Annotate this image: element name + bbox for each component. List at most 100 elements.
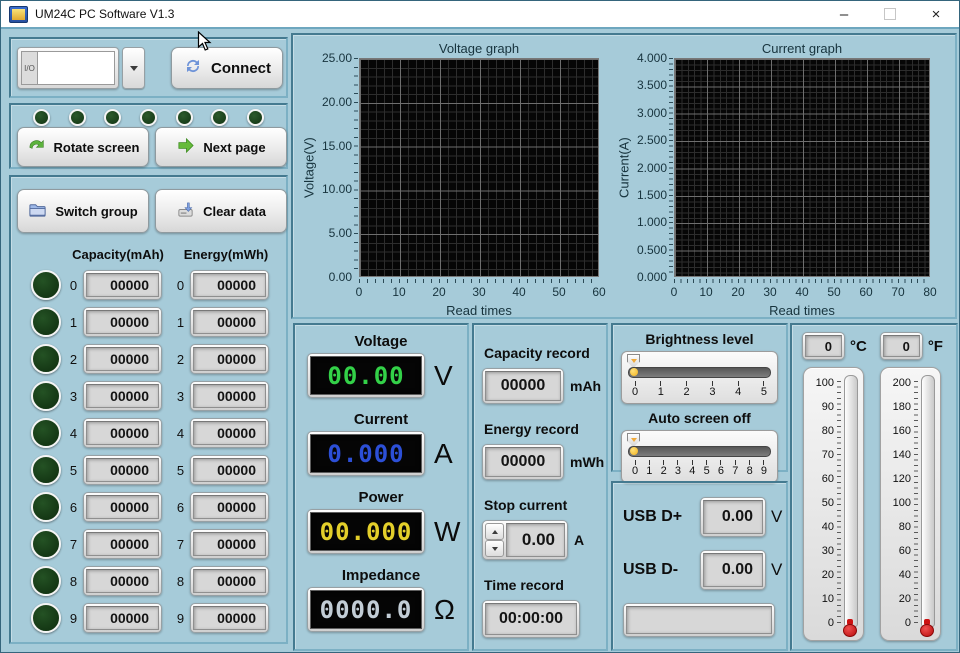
- ytick-label: 2.000: [637, 161, 667, 175]
- group-row: 600000600000: [31, 492, 286, 522]
- xtick-label: 0: [659, 285, 689, 299]
- celsius-scale-labels: 1009080706050403020100: [806, 377, 834, 629]
- energy-field: 00000: [190, 270, 269, 300]
- spin-down-button[interactable]: [485, 540, 504, 557]
- energy-field-value: 00000: [193, 458, 266, 482]
- energy-field: 00000: [190, 603, 269, 633]
- brightness-level-slider-thumb[interactable]: [627, 354, 640, 368]
- impedance-unit: Ω: [434, 594, 455, 626]
- status-dot: [69, 109, 86, 126]
- scale-label: 40: [822, 521, 834, 533]
- switch-group-label: Switch group: [55, 204, 137, 219]
- tick-label: 1: [655, 386, 667, 398]
- group-row: 900000900000: [31, 603, 286, 633]
- ytick-label: 5.00: [329, 226, 352, 240]
- brightness-level-slider-track[interactable]: [628, 367, 771, 378]
- voltage-graph-x-minor-ticks: [359, 279, 599, 283]
- energy-record-value: 00000: [485, 447, 561, 477]
- triangle-down-icon: [492, 547, 498, 551]
- usb-dminus-row: USB D- 0.00 V: [623, 550, 786, 590]
- usb-dminus-value: 0.00: [703, 553, 763, 587]
- brightness-level-slider-fill-dot: [630, 368, 638, 376]
- power-display-row: 00.000W: [295, 509, 467, 554]
- energy-row-index: 6: [173, 500, 188, 515]
- group-led: [31, 418, 61, 448]
- auto-screen-off-label: Auto screen off: [613, 410, 786, 426]
- fahrenheit-unit-label: °F: [928, 338, 943, 355]
- auto-screen-off-slider-thumb[interactable]: [627, 433, 640, 447]
- stop-current-row: 0.00 A: [482, 520, 606, 560]
- minimize-button[interactable]: –: [821, 1, 867, 27]
- group-row: 200000200000: [31, 344, 286, 374]
- group-rows: 0000000000001000001000002000002000003000…: [11, 270, 286, 640]
- current-label: Current: [295, 411, 467, 431]
- scale-label: 80: [822, 425, 834, 437]
- brightness-level-tick-labels: 012345: [628, 386, 771, 398]
- group-led: [31, 455, 61, 485]
- xtick-label: 40: [504, 285, 534, 299]
- rotate-screen-button[interactable]: Rotate screen: [17, 127, 149, 167]
- usb-dplus-field: 0.00: [700, 497, 766, 537]
- clear-data-label: Clear data: [203, 204, 266, 219]
- capacity-field: 00000: [83, 529, 162, 559]
- clear-data-button[interactable]: Clear data: [155, 189, 287, 233]
- triangle-up-icon: [492, 530, 498, 534]
- tick-label: 3: [672, 465, 684, 477]
- com-port-dropdown-button[interactable]: [122, 47, 145, 89]
- window-title: UM24C PC Software V1.3: [35, 7, 174, 21]
- voltage-graph-xlabel: Read times: [359, 303, 599, 318]
- tick-label: 4: [686, 465, 698, 477]
- current-graph-xlabel: Read times: [674, 303, 930, 318]
- current-unit: A: [434, 438, 453, 470]
- capacity-column-header: Capacity(mAh): [63, 247, 173, 262]
- connect-button[interactable]: Connect: [171, 47, 283, 89]
- capacity-row-index: 4: [66, 426, 81, 441]
- capacity-record-value: 00000: [485, 371, 561, 401]
- capacity-row-index: 6: [66, 500, 81, 515]
- scale-label: 60: [899, 545, 911, 557]
- capacity-record-label: Capacity record: [482, 345, 606, 363]
- close-button[interactable]: ×: [913, 1, 959, 27]
- fahrenheit-scale-ticks: [914, 381, 918, 624]
- arrow-right-icon: [176, 136, 195, 158]
- impedance-display-value: 0000.0: [310, 590, 422, 629]
- voltage-unit: V: [434, 360, 453, 392]
- xtick-label: 50: [544, 285, 574, 299]
- energy-field-value: 00000: [193, 421, 266, 445]
- ytick-label: 3.000: [637, 106, 667, 120]
- next-page-button[interactable]: Next page: [155, 127, 287, 167]
- group-row: 300000300000: [31, 381, 286, 411]
- scale-label: 10: [822, 593, 834, 605]
- usb-dminus-field: 0.00: [700, 550, 766, 590]
- switch-group-button[interactable]: Switch group: [17, 189, 149, 233]
- capacity-record-field: 00000: [482, 368, 564, 404]
- group-led: [31, 603, 61, 633]
- impedance-display-row: 0000.0 Ω: [295, 587, 467, 632]
- voltage-graph-y-minor-ticks: [354, 58, 358, 277]
- tick-label: 1: [643, 465, 655, 477]
- energy-record-row: 00000 mWh: [482, 444, 606, 480]
- current-graph-y-minor-ticks: [669, 58, 673, 277]
- energy-field-value: 00000: [193, 532, 266, 556]
- scale-label: 40: [899, 569, 911, 581]
- energy-field-value: 00000: [193, 569, 266, 593]
- energy-row-index: 9: [173, 611, 188, 626]
- stop-current-value[interactable]: 0.00: [506, 523, 565, 557]
- auto-screen-off-slider-track[interactable]: [628, 446, 771, 457]
- xtick-label: 60: [851, 285, 881, 299]
- status-dot: [33, 109, 50, 126]
- energy-field: 00000: [190, 566, 269, 596]
- status-dot: [247, 109, 264, 126]
- scale-label: 50: [822, 497, 834, 509]
- tick-label: 9: [758, 465, 770, 477]
- current-display-row: 0.000 A: [295, 431, 467, 476]
- com-port-input[interactable]: [37, 51, 115, 85]
- app-icon: [9, 6, 28, 23]
- spin-up-button[interactable]: [485, 523, 504, 540]
- usb-data-panel: USB D+ 0.00 V USB D- 0.00 V: [611, 481, 788, 651]
- current-graph-x-minor-ticks: [674, 279, 930, 283]
- group-led: [31, 566, 61, 596]
- group-row: 700000700000: [31, 529, 286, 559]
- current-display-value: 0.000: [310, 434, 422, 473]
- xtick-label: 0: [344, 285, 374, 299]
